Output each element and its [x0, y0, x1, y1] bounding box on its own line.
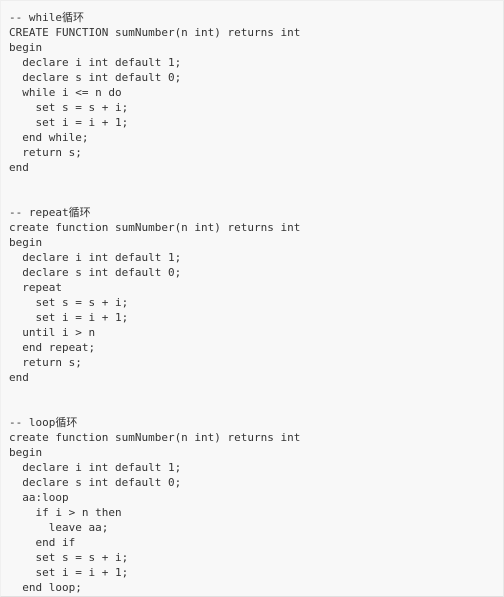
- code-line: return s;: [9, 356, 82, 369]
- code-line: aa:loop: [9, 491, 69, 504]
- code-line: create function sumNumber(n int) returns…: [9, 221, 301, 234]
- code-line: create function sumNumber(n int) returns…: [9, 431, 301, 444]
- code-line: declare s int default 0;: [9, 71, 182, 84]
- code-line: set s = s + i;: [9, 551, 129, 564]
- code-line: declare s int default 0;: [9, 476, 182, 489]
- code-line: end: [9, 371, 29, 384]
- code-line: set i = i + 1;: [9, 116, 129, 129]
- code-line: begin: [9, 446, 43, 459]
- code-line: begin: [9, 236, 43, 249]
- code-line: set s = s + i;: [9, 296, 129, 309]
- code-line: if i > n then: [9, 506, 122, 519]
- code-line: end: [9, 161, 29, 174]
- code-line: set i = i + 1;: [9, 566, 129, 579]
- code-line: end while;: [9, 131, 89, 144]
- code-line: declare i int default 1;: [9, 251, 182, 264]
- code-line: until i > n: [9, 326, 96, 339]
- code-line: end loop;: [9, 581, 82, 594]
- code-line: -- repeat循环: [9, 206, 91, 219]
- code-line: CREATE FUNCTION sumNumber(n int) returns…: [9, 26, 301, 39]
- code-line: declare i int default 1;: [9, 461, 182, 474]
- code-line: -- while循环: [9, 11, 84, 24]
- code-line: end repeat;: [9, 341, 96, 354]
- code-line: end if: [9, 536, 76, 549]
- code-line: leave aa;: [9, 521, 109, 534]
- code-line: declare i int default 1;: [9, 56, 182, 69]
- code-line: set s = s + i;: [9, 101, 129, 114]
- code-line: -- loop循环: [9, 416, 78, 429]
- code-line: set i = i + 1;: [9, 311, 129, 324]
- code-line: return s;: [9, 146, 82, 159]
- code-line: declare s int default 0;: [9, 266, 182, 279]
- code-line: repeat: [9, 281, 62, 294]
- code-line: while i <= n do: [9, 86, 122, 99]
- code-line: begin: [9, 41, 43, 54]
- code-content[interactable]: -- while循环 CREATE FUNCTION sumNumber(n in…: [9, 10, 503, 596]
- code-block: -- while循环 CREATE FUNCTION sumNumber(n in…: [0, 0, 504, 597]
